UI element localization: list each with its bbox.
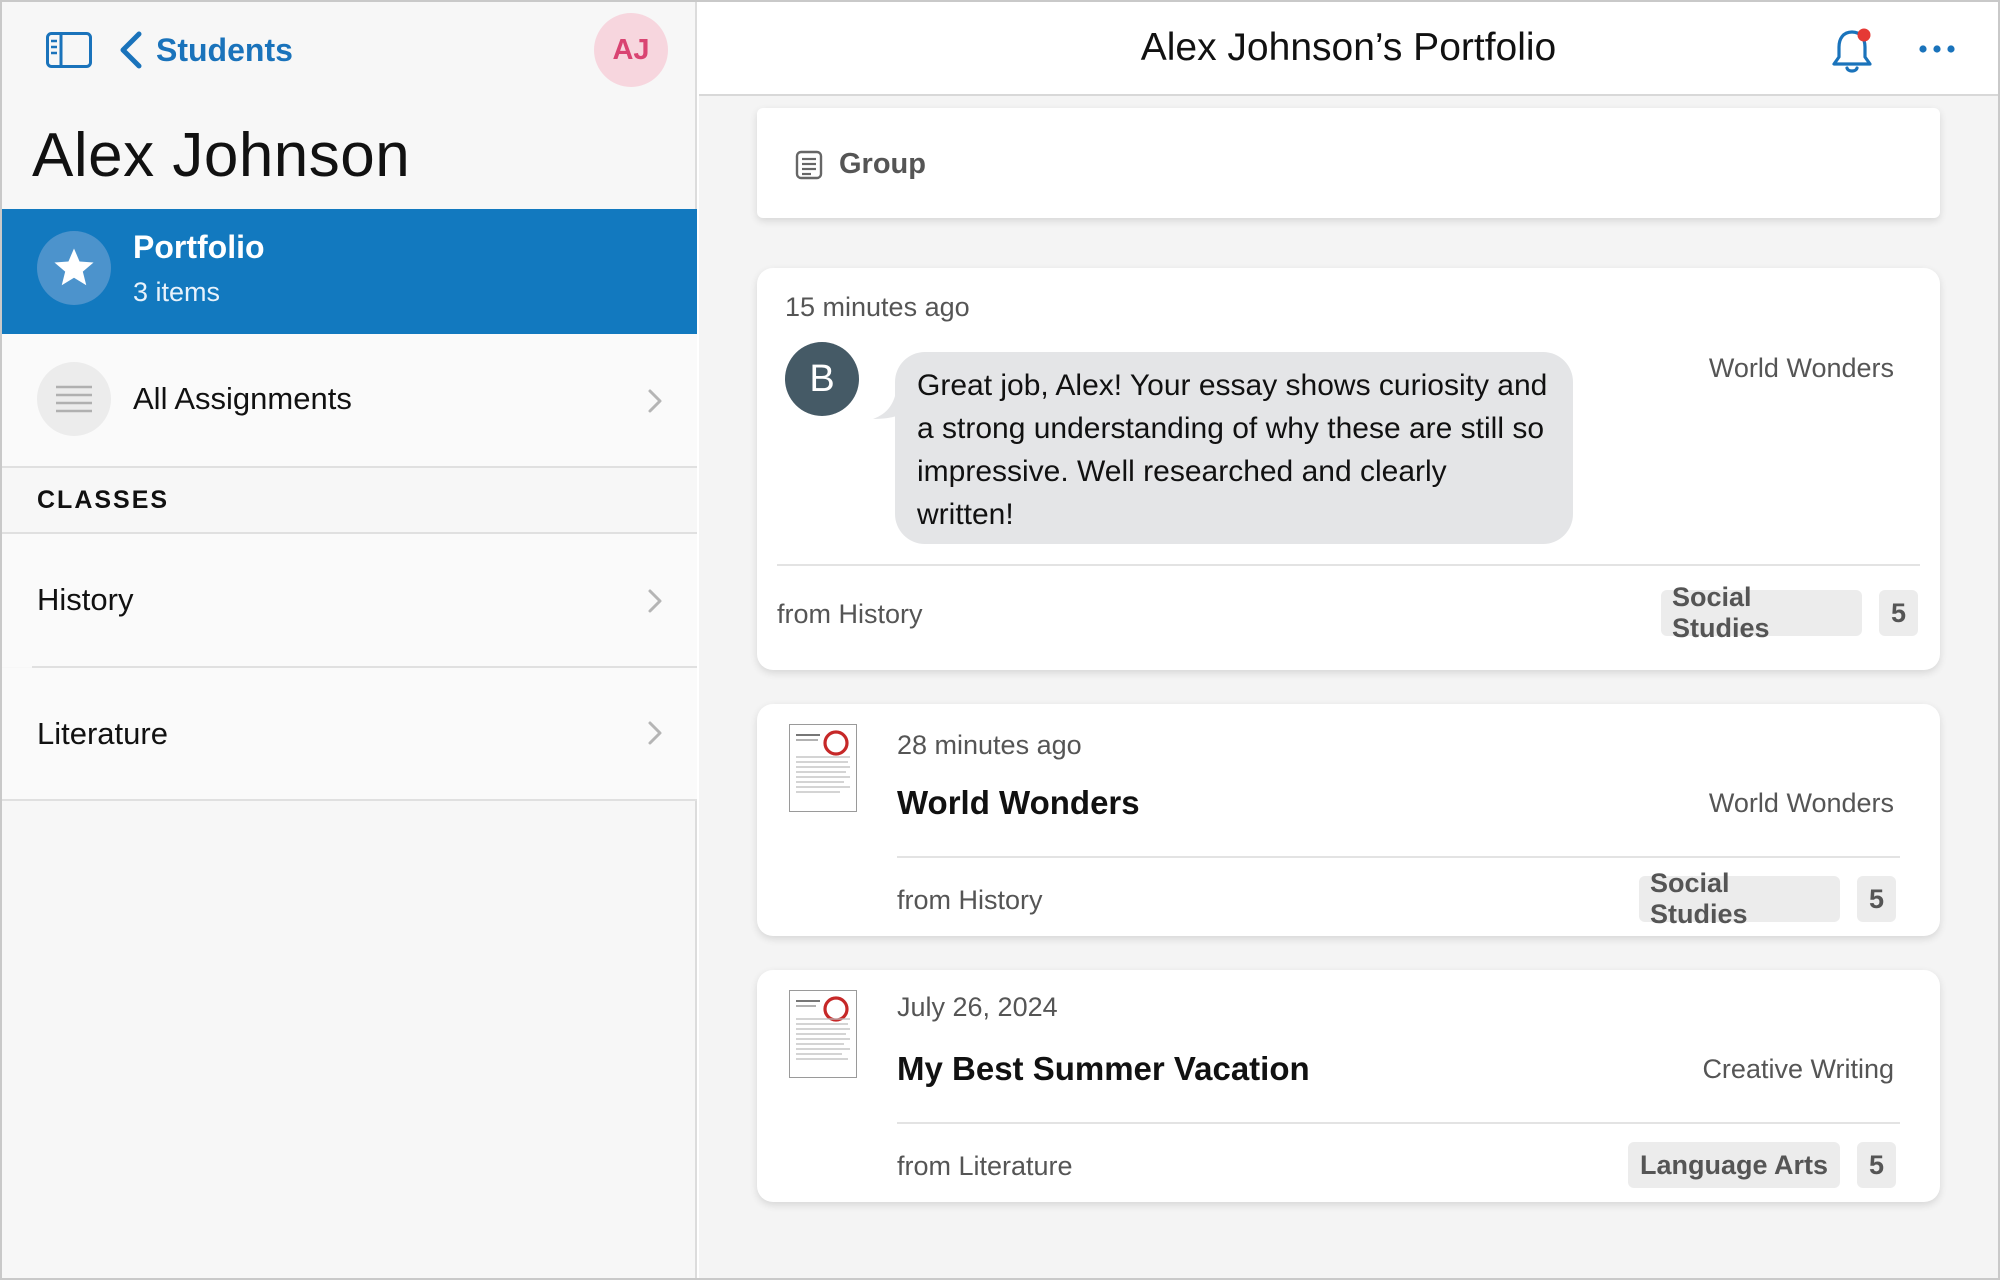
app-window: Students AJ Alex Johnson Portfolio 3 ite…: [0, 0, 2000, 1280]
document-icon: [795, 150, 823, 180]
sidebar-item-literature[interactable]: Literature: [2, 668, 697, 801]
main-header: Alex Johnson’s Portfolio: [699, 2, 1998, 96]
classes-section-header: CLASSES: [2, 468, 697, 534]
portfolio-feed: Group 15 minutes ago B Great job, Alex! …: [699, 98, 1998, 1278]
sidebar-item-history[interactable]: History: [2, 534, 697, 667]
main-content: Alex Johnson’s Portfolio Group 15 minute…: [699, 2, 1998, 1278]
count-badge: 5: [1857, 1142, 1896, 1188]
subject-tag: Social Studies: [1661, 582, 1862, 643]
timestamp: 15 minutes ago: [785, 292, 970, 322]
from-class: from History: [897, 885, 1043, 915]
divider: [897, 1122, 1900, 1124]
bell-icon[interactable]: [1829, 26, 1875, 76]
page-title: Alex Johnson’s Portfolio: [1140, 26, 1557, 69]
all-assignments-label: All Assignments: [133, 381, 352, 416]
from-class: from Literature: [897, 1151, 1073, 1181]
work-title: World Wonders: [897, 784, 1140, 821]
divider: [2, 799, 697, 801]
timestamp: 28 minutes ago: [897, 730, 1082, 760]
divider: [897, 856, 1900, 858]
chevron-right-icon: [648, 389, 662, 413]
class-label: History: [37, 582, 134, 617]
class-label: Literature: [37, 716, 168, 751]
portfolio-count: 3 items: [133, 277, 221, 307]
class-name: Creative Writing: [1702, 1054, 1894, 1084]
group-toggle[interactable]: Group: [757, 108, 1940, 218]
group-label: Group: [839, 148, 926, 180]
sidebar-item-all-assignments[interactable]: All Assignments: [2, 334, 697, 468]
notification-dot: [1857, 28, 1871, 42]
class-name: World Wonders: [1708, 788, 1894, 818]
avatar: B: [785, 342, 859, 416]
timestamp: July 26, 2024: [897, 992, 1058, 1022]
portfolio-title: Portfolio: [133, 229, 265, 265]
chevron-right-icon: [648, 721, 662, 745]
back-button[interactable]: Students: [118, 28, 293, 72]
comment-card[interactable]: 15 minutes ago B Great job, Alex! Your e…: [757, 268, 1940, 670]
document-thumbnail: [789, 724, 857, 812]
work-card[interactable]: 28 minutes ago World Wonders World Wonde…: [757, 704, 1940, 936]
more-icon[interactable]: [1917, 34, 1957, 64]
class-name: World Wonders: [1708, 353, 1894, 383]
sidebar-toggle-icon[interactable]: [46, 32, 92, 68]
count-badge: 5: [1857, 876, 1896, 922]
document-thumbnail: [789, 990, 857, 1078]
subject-tag: Social Studies: [1639, 868, 1840, 929]
sidebar-item-portfolio[interactable]: Portfolio 3 items: [2, 209, 697, 334]
star-icon: [37, 231, 111, 305]
work-title: My Best Summer Vacation: [897, 1050, 1310, 1087]
work-card[interactable]: July 26, 2024 My Best Summer Vacation Cr…: [757, 970, 1940, 1202]
count-badge: 5: [1879, 590, 1918, 636]
sidebar: Students AJ Alex Johnson Portfolio 3 ite…: [2, 2, 697, 1278]
student-name: Alex Johnson: [32, 121, 411, 190]
list-icon: [37, 362, 111, 436]
comment-bubble: Great job, Alex! Your essay shows curios…: [895, 352, 1573, 544]
chevron-right-icon: [648, 589, 662, 613]
divider: [777, 564, 1920, 566]
classes-header-label: CLASSES: [37, 486, 170, 514]
back-button-label: Students: [156, 31, 293, 68]
sidebar-toolbar: Students AJ: [2, 2, 697, 97]
subject-tag: Language Arts: [1628, 1142, 1840, 1188]
from-class: from History: [777, 599, 923, 629]
avatar[interactable]: AJ: [594, 13, 668, 87]
chevron-left-icon: [120, 31, 142, 69]
